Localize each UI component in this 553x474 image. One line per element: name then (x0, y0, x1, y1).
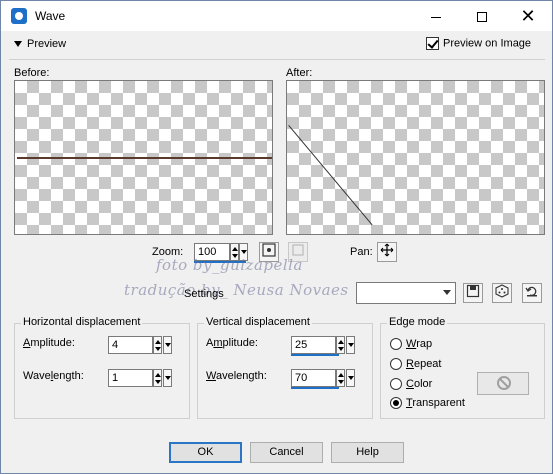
edge-mode-color-label: Color (406, 378, 433, 390)
maximize-icon (477, 12, 487, 23)
horizontal-amplitude-label: Amplitude: (23, 337, 75, 349)
vertical-amplitude-label: Amplitude: (206, 337, 258, 349)
pan-button[interactable] (377, 242, 397, 262)
chevron-down-icon (439, 283, 455, 303)
preview-on-image-label: Preview on Image (443, 37, 532, 50)
spin-down-icon (155, 380, 161, 384)
divider (9, 59, 545, 60)
edge-mode-repeat-label: Repeat (406, 358, 442, 370)
edge-mode-transparent-label: Transparent (406, 397, 465, 409)
vertical-wavelength-spinner[interactable] (336, 369, 345, 387)
spin-up-icon (155, 340, 161, 344)
vertical-displacement-group: Vertical displacement Amplitude: 25 Wave… (197, 316, 373, 419)
zoom-fit-icon (262, 243, 276, 257)
spin-down-icon (338, 380, 344, 384)
spin-up-icon (338, 373, 344, 377)
chevron-down-icon (14, 41, 22, 48)
before-preview-pane[interactable] (14, 80, 273, 235)
horizontal-amplitude-dropdown[interactable] (163, 336, 172, 354)
randomize-button[interactable] (492, 283, 512, 303)
edge-mode-title: Edge mode (387, 316, 448, 328)
horizontal-wavelength-label: Wavelength: (23, 370, 84, 382)
spin-up-icon (338, 340, 344, 344)
radio-unselected-icon (390, 338, 402, 351)
cancel-button[interactable]: Cancel (250, 442, 323, 463)
move-cross-icon (380, 243, 394, 257)
window-title: Wave (35, 9, 66, 23)
edge-mode-wrap-radio[interactable]: Wrap (390, 338, 433, 351)
paint-shop-pro-icon (11, 8, 27, 24)
maximize-button[interactable] (459, 1, 505, 31)
horizontal-displacement-group: Horizontal displacement Amplitude: 4 Wav… (14, 316, 190, 419)
edge-mode-group: Edge mode Wrap Repeat Color Transparent (380, 316, 545, 419)
help-button[interactable]: Help (331, 442, 404, 463)
settings-label: Settings (184, 288, 224, 300)
checkbox-checked-icon (426, 37, 439, 50)
no-color-icon (497, 376, 511, 390)
ok-button[interactable]: OK (169, 442, 242, 463)
preview-toggle-label: Preview (27, 38, 67, 50)
close-button[interactable]: ✕ (505, 1, 551, 31)
edge-mode-color-radio[interactable]: Color (390, 378, 433, 391)
vertical-wavelength-input[interactable]: 70 (291, 369, 336, 387)
after-preview-pane[interactable] (286, 80, 545, 235)
vertical-wavelength-focus-underline (291, 387, 339, 389)
vertical-amplitude-focus-underline (291, 354, 339, 356)
radio-unselected-icon (390, 378, 402, 391)
radio-unselected-icon (390, 358, 402, 371)
actual-size-icon (292, 244, 304, 256)
edge-mode-transparent-radio[interactable]: Transparent (390, 397, 465, 410)
vertical-amplitude-input[interactable]: 25 (291, 336, 336, 354)
reset-arrow-icon (525, 286, 537, 297)
edge-mode-repeat-radio[interactable]: Repeat (390, 358, 442, 371)
vertical-wavelength-dropdown[interactable] (346, 369, 355, 387)
spin-up-icon (155, 373, 161, 377)
reset-button[interactable] (522, 283, 542, 303)
vertical-amplitude-spinner[interactable] (336, 336, 345, 354)
settings-dropdown[interactable] (356, 282, 456, 304)
before-label: Before: (14, 67, 50, 79)
before-preview-line (17, 157, 272, 159)
after-label: After: (286, 67, 313, 79)
preview-on-image-checkbox[interactable]: Preview on Image (426, 37, 531, 50)
horizontal-wavelength-dropdown[interactable] (163, 369, 172, 387)
radio-selected-icon (390, 397, 402, 410)
spin-up-icon (232, 247, 238, 251)
horizontal-amplitude-input[interactable]: 4 (108, 336, 153, 354)
watermark-line-2: tradução by_ Neusa Novaes (124, 281, 349, 299)
title-bar[interactable]: Wave ✕ (1, 1, 552, 31)
pan-label: Pan: (350, 246, 373, 258)
floppy-disk-icon (466, 284, 480, 298)
edge-mode-wrap-label: Wrap (406, 338, 433, 350)
spin-down-icon (338, 347, 344, 351)
vertical-wavelength-label: Wavelength: (206, 370, 267, 382)
close-icon: ✕ (520, 6, 536, 26)
spin-down-icon (155, 347, 161, 351)
minimize-button[interactable] (413, 1, 459, 31)
horizontal-wavelength-spinner[interactable] (153, 369, 162, 387)
horizontal-amplitude-spinner[interactable] (153, 336, 162, 354)
after-preview-line (288, 125, 373, 226)
wave-dialog: Wave ✕ Preview Preview on Image Before: … (0, 0, 553, 474)
vertical-amplitude-dropdown[interactable] (346, 336, 355, 354)
save-preset-button[interactable] (463, 283, 483, 303)
minimize-icon (431, 16, 441, 18)
edge-color-swatch[interactable] (477, 372, 529, 395)
horizontal-wavelength-input[interactable]: 1 (108, 369, 153, 387)
horizontal-displacement-title: Horizontal displacement (21, 316, 143, 328)
watermark-line-1: foto by_guizapella (156, 256, 303, 274)
preview-collapse-toggle[interactable]: Preview (14, 38, 66, 50)
dice-icon (495, 284, 509, 298)
vertical-displacement-title: Vertical displacement (204, 316, 312, 328)
